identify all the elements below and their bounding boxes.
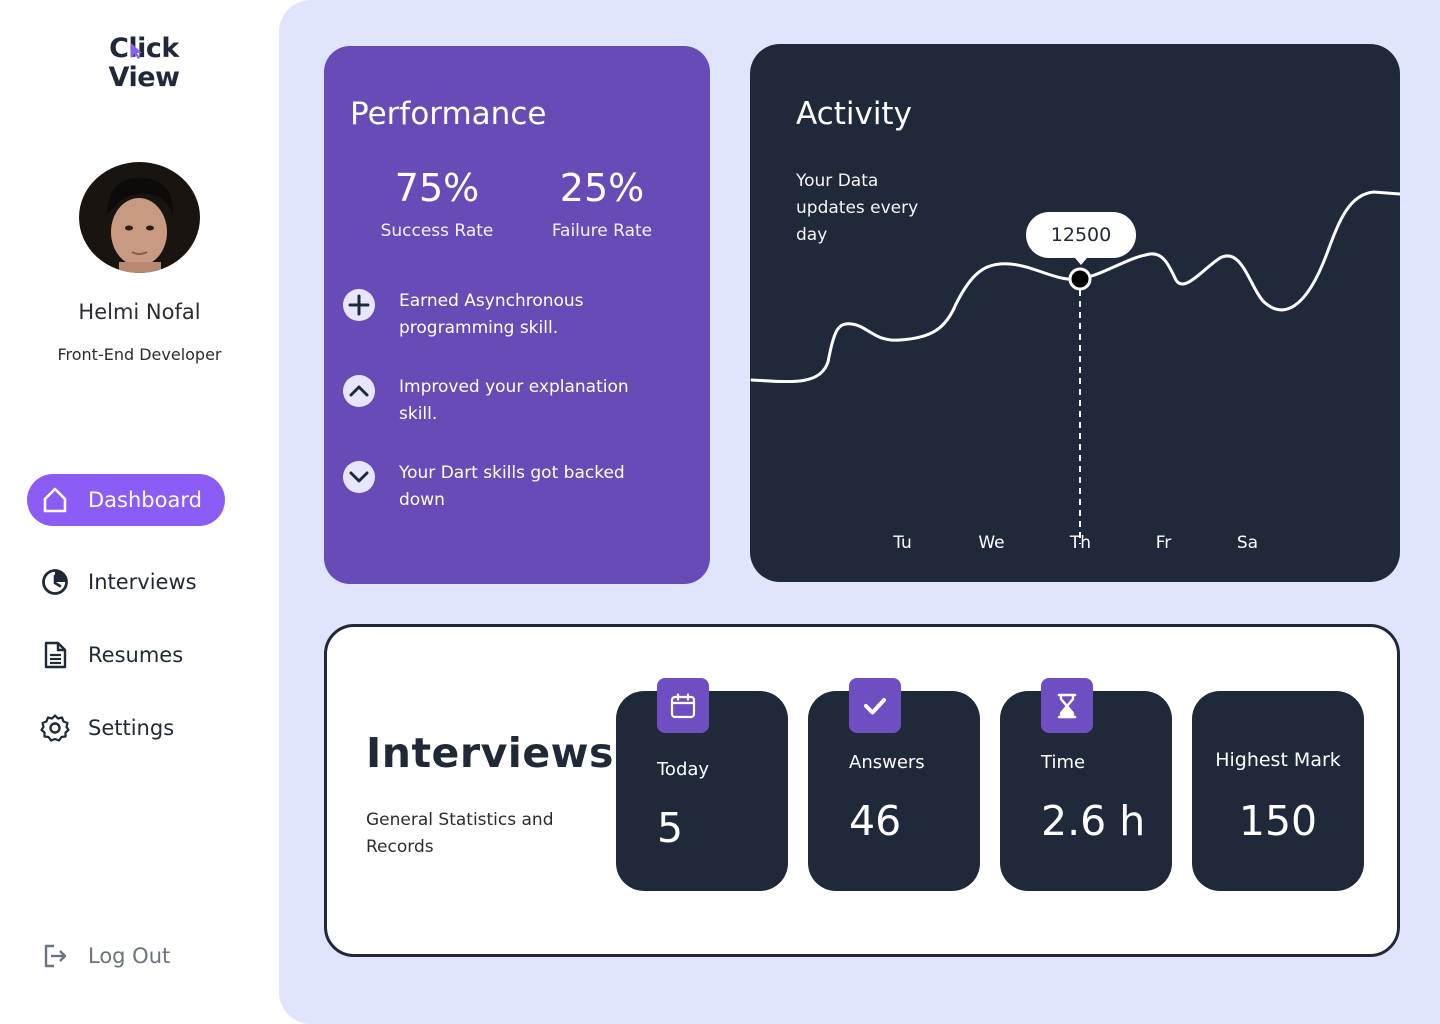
tile-label: Answers: [849, 752, 925, 773]
cursor-icon: [131, 43, 142, 59]
stat-tile-time[interactable]: Time 2.6 h: [1000, 678, 1172, 891]
user-role: Front-End Developer: [57, 345, 222, 364]
performance-item: Your Dart skills got backed down: [342, 460, 692, 514]
avatar[interactable]: [79, 162, 200, 273]
logout-label: Log Out: [88, 944, 171, 968]
stat-tile-answers[interactable]: Answers 46: [808, 678, 980, 891]
tile-label: Time: [1041, 752, 1086, 773]
sidebar-item-settings[interactable]: Settings: [27, 702, 174, 754]
hourglass-icon: [1041, 678, 1093, 733]
sidebar-item-dashboard[interactable]: Dashboard: [27, 474, 225, 526]
performance-item: Earned Asynchronous programming skill.: [342, 288, 692, 342]
logout-button[interactable]: Log Out: [27, 930, 170, 982]
failure-rate-label: Failure Rate: [551, 221, 653, 241]
sidebar-item-label: Interviews: [88, 570, 197, 594]
tooltip-value: 12500: [1050, 224, 1112, 246]
activity-title: Activity: [796, 96, 912, 132]
sidebar-item-label: Dashboard: [88, 488, 202, 512]
performance-item: Improved your explanation skill.: [342, 374, 692, 428]
performance-title: Performance: [350, 96, 547, 132]
tile-value: 150: [1238, 797, 1318, 845]
performance-item-text: Earned Asynchronous programming skill.: [399, 291, 584, 338]
day-label: Fr: [1155, 533, 1172, 553]
activity-card: Activity Your Data updates every day 125…: [750, 44, 1400, 582]
user-name: Helmi Nofal: [78, 300, 201, 324]
failure-rate-value: 25%: [559, 166, 645, 210]
activity-subtitle: Your Data updates every day: [796, 171, 919, 245]
performance-item-text: Improved your explanation skill.: [399, 377, 629, 424]
sidebar-item-resumes[interactable]: Resumes: [27, 629, 183, 681]
day-label: Sa: [1236, 533, 1259, 553]
app-logo[interactable]: Click View: [99, 34, 189, 92]
gear-icon: [40, 713, 70, 743]
tile-label: Today: [657, 759, 710, 780]
checkmark-icon: [849, 678, 901, 733]
logout-icon: [40, 941, 70, 971]
performance-item-text: Your Dart skills got backed down: [399, 463, 625, 510]
interviews-subtitle: General Statistics and Records: [366, 810, 554, 857]
document-icon: [40, 640, 70, 670]
logo-line-1: Click: [109, 33, 179, 64]
interviews-title: Interviews: [366, 729, 614, 777]
tile-value: 5: [657, 804, 684, 852]
avatar-image: [79, 162, 200, 273]
day-label: Tu: [893, 533, 912, 553]
home-icon: [40, 485, 70, 515]
day-label: We: [978, 533, 1005, 553]
stat-tile-today[interactable]: Today 5: [616, 678, 788, 891]
day-label: Th: [1069, 533, 1092, 553]
tile-label: Highest Mark: [1215, 749, 1341, 771]
sidebar-item-label: Resumes: [88, 643, 184, 667]
app-root: Click View Helmi Nofal Front-End Develop…: [0, 0, 1440, 1024]
sidebar-item-label: Settings: [88, 716, 175, 740]
logo-line-2: View: [108, 62, 180, 93]
tile-value: 2.6 h: [1041, 797, 1146, 845]
data-point-marker: [1068, 267, 1092, 291]
chevron-up-circle-icon: [343, 375, 375, 407]
stat-tile-highest-mark[interactable]: Highest Mark 150: [1192, 691, 1364, 891]
success-rate-value: 75%: [394, 166, 480, 210]
plus-circle-icon: [343, 289, 375, 321]
performance-card: Performance 75% Success Rate 25% Failure…: [324, 46, 710, 584]
calendar-icon: [657, 678, 709, 733]
clock-icon: [40, 567, 70, 597]
success-rate-label: Success Rate: [380, 221, 494, 241]
sidebar: Click View Helmi Nofal Front-End Develop…: [0, 0, 279, 1024]
tile-value: 46: [849, 797, 902, 845]
chevron-down-circle-icon: [343, 461, 375, 493]
sidebar-item-interviews[interactable]: Interviews: [27, 556, 197, 608]
